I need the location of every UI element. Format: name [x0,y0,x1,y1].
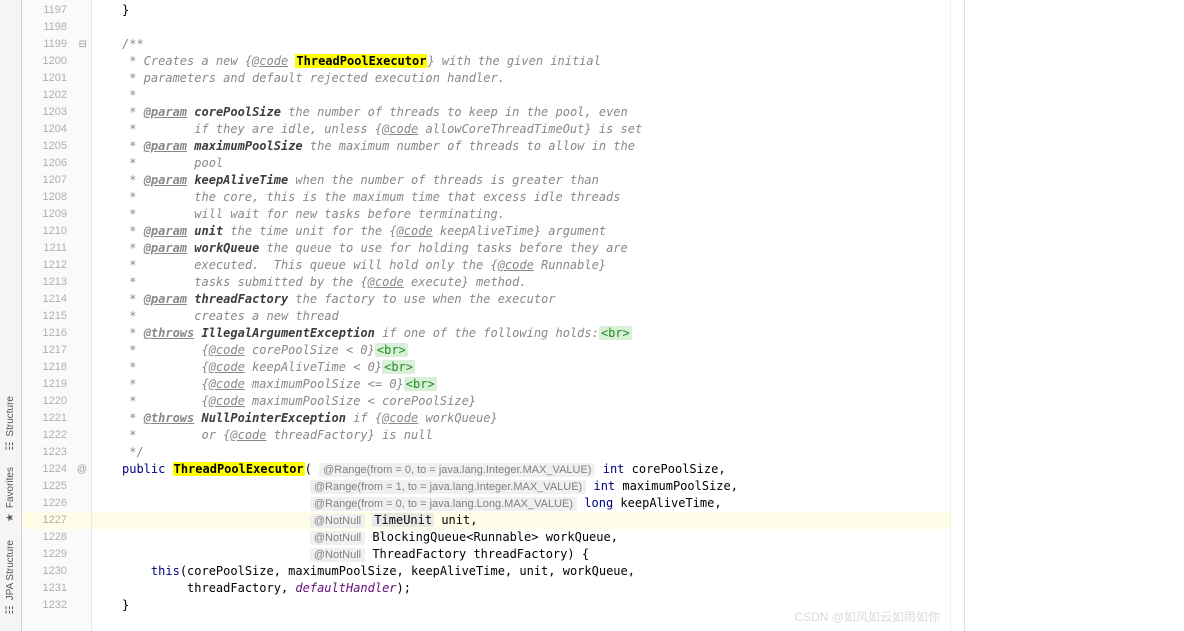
watermark-text: CSDN @如风如云如雨如你 [794,608,940,625]
right-panel [964,0,1184,631]
line-number[interactable]: 1198 [22,19,91,36]
line-number[interactable]: 1209 [22,206,91,223]
line-number[interactable]: 1221 [22,410,91,427]
line-number[interactable]: 1211 [22,240,91,257]
annotation-hint: @Range(from = 1, to = java.lang.Integer.… [310,480,586,494]
side-tab-favorites[interactable]: ★ Favorites [3,459,18,531]
line-number[interactable]: 1199⊟ [22,36,91,53]
line-number[interactable]: 1214 [22,291,91,308]
param-tag: @param [144,224,187,238]
line-number[interactable]: 1231 [22,580,91,597]
param-tag: @param [144,105,187,119]
override-icon[interactable]: @ [77,461,87,478]
br-tag: <br> [599,326,632,340]
line-number[interactable]: 1223 [22,444,91,461]
structure-icon: ☷ [5,604,16,615]
line-number[interactable]: 1218 [22,359,91,376]
side-tab-label: JPA Structure [5,540,16,600]
annotation-hint: @NotNull [310,548,365,562]
side-tab-jpa-structure[interactable]: ☷ JPA Structure [3,532,18,623]
code-text: } [122,3,129,17]
line-number[interactable]: 1228 [22,529,91,546]
line-number[interactable]: 1212 [22,257,91,274]
line-number[interactable]: 1232 [22,597,91,614]
annotation-hint: @Range(from = 0, to = java.lang.Integer.… [319,463,595,477]
line-number[interactable]: 1200 [22,53,91,70]
line-number[interactable]: 1217 [22,342,91,359]
br-tag: <br> [375,343,408,357]
br-tag: <br> [382,360,415,374]
star-icon: ★ [5,513,16,524]
keyword-public: public [122,462,165,476]
param-tag: @param [144,139,187,153]
line-number[interactable]: 1224@ [22,461,91,478]
line-number[interactable]: 1229 [22,546,91,563]
javadoc-start: /** [122,37,144,51]
line-number[interactable]: 1215 [22,308,91,325]
annotation-hint: @Range(from = 0, to = java.lang.Long.MAX… [310,497,577,511]
line-number[interactable]: 1206 [22,155,91,172]
line-number[interactable]: 1213 [22,274,91,291]
line-number[interactable]: 1230 [22,563,91,580]
side-tab-label: Favorites [5,467,16,508]
line-number[interactable]: 1207 [22,172,91,189]
line-number[interactable]: 1205 [22,138,91,155]
br-tag: <br> [404,377,437,391]
line-number[interactable]: 1210 [22,223,91,240]
line-number[interactable]: 1225 [22,478,91,495]
line-number[interactable]: 1216 [22,325,91,342]
annotation-hint: @NotNull [310,514,365,528]
tool-window-bar: ☷ Structure ★ Favorites ☷ JPA Structure [0,0,22,631]
blank-line [92,19,950,36]
line-number[interactable]: 1208 [22,189,91,206]
side-tab-label: Structure [5,396,16,437]
throws-tag: @throws [144,326,195,340]
param-tag: @param [144,173,187,187]
fold-icon[interactable]: ⊟ [79,36,87,53]
line-number[interactable]: 1204 [22,121,91,138]
line-number[interactable]: 1226 [22,495,91,512]
side-tab-structure[interactable]: ☷ Structure [3,388,18,460]
editor-area[interactable]: } /** * Creates a new {@code ThreadPoolE… [92,0,950,631]
line-number[interactable]: 1202 [22,87,91,104]
error-stripe[interactable] [950,0,964,631]
line-number-gutter[interactable]: 119711981199⊟120012011202120312041205120… [22,0,92,631]
highlighted-text: ThreadPoolExecutor [295,54,427,68]
line-number[interactable]: 1227 [22,512,91,529]
throws-tag: @throws [144,411,195,425]
line-number[interactable]: 1197 [22,2,91,19]
line-number[interactable]: 1220 [22,393,91,410]
line-number[interactable]: 1222 [22,427,91,444]
structure-icon: ☷ [5,440,16,451]
line-number[interactable]: 1201 [22,70,91,87]
annotation-hint: @NotNull [310,531,365,545]
line-number[interactable]: 1219 [22,376,91,393]
param-tag: @param [144,292,187,306]
line-number[interactable]: 1203 [22,104,91,121]
highlighted-text: ThreadPoolExecutor [173,462,305,476]
param-tag: @param [144,241,187,255]
